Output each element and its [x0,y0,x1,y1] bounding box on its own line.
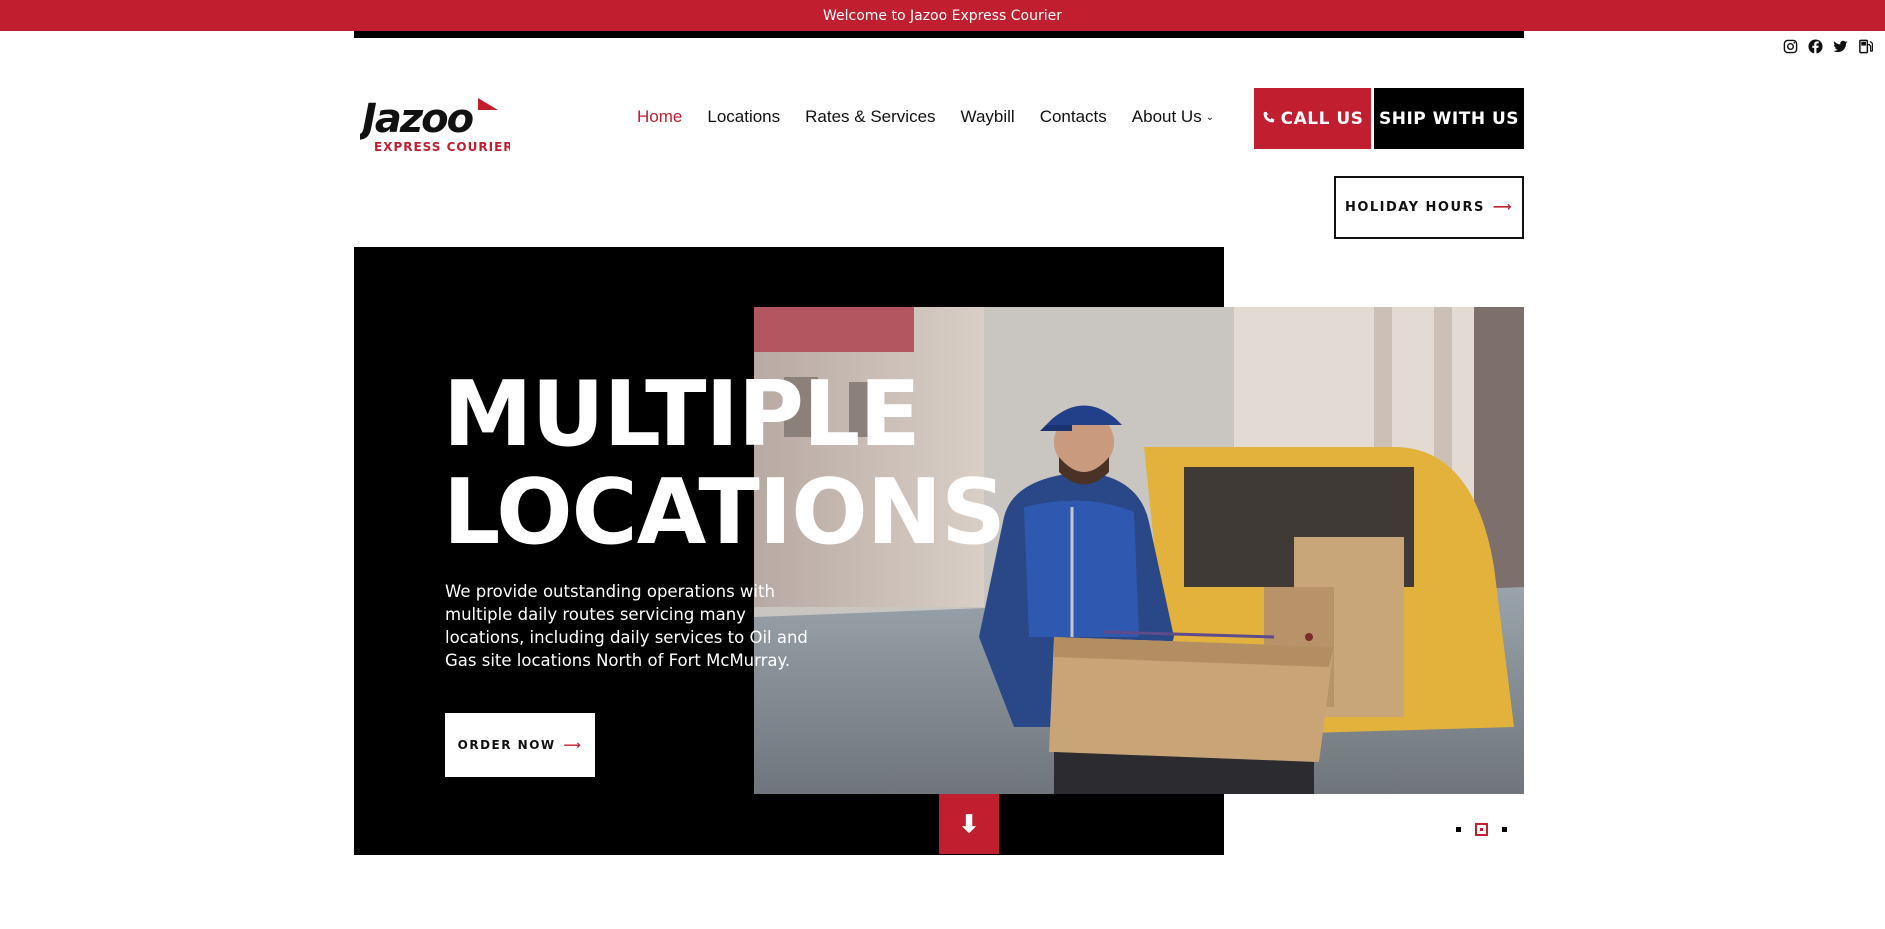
arrow-right-icon: ⟶ [563,738,583,752]
nav-item-waybill[interactable]: Waybill [961,107,1015,127]
slider-dot-active[interactable] [1475,823,1488,836]
welcome-text: Welcome to Jazoo Express Courier [823,7,1062,24]
holiday-hours-button[interactable]: HOLIDAY HOURS ⟶ [1334,176,1524,239]
ship-with-us-label: SHIP WITH US [1378,108,1520,129]
call-us-button[interactable]: CALL US [1254,88,1371,149]
site-logo[interactable]: Jazoo EXPRESS COURIER [360,94,510,156]
main-nav: Home Locations Rates & Services Waybill … [637,107,1214,127]
nav-item-contacts[interactable]: Contacts [1040,107,1107,127]
slider-dot[interactable] [1456,827,1461,832]
order-now-button[interactable]: ORDER NOW ⟶ [445,713,595,777]
arrow-right-icon: ⟶ [1492,200,1514,215]
arrow-down-icon: ⬇ [958,810,980,838]
slider-pagination [1456,823,1507,836]
facebook-icon[interactable] [1808,39,1823,54]
hero-description: We provide outstanding operations with m… [445,582,808,670]
phone-icon [1262,109,1275,129]
fuel-icon[interactable] [1858,39,1873,54]
slider-dot[interactable] [1502,827,1507,832]
scroll-down-button[interactable]: ⬇ [939,794,999,854]
nav-item-label: Waybill [960,107,1015,126]
hero-title-line: MULTIPLE [443,362,921,467]
twitter-icon[interactable] [1833,39,1848,54]
nav-item-rates-services[interactable]: Rates & Services [805,107,935,127]
nav-item-home[interactable]: Home [637,107,682,127]
social-links [1783,39,1873,54]
nav-item-label: Home [637,107,683,126]
chevron-down-icon: ⌄ [1205,111,1215,123]
welcome-bar: Welcome to Jazoo Express Courier [0,0,1885,31]
call-us-label: CALL US [1280,108,1364,129]
instagram-icon[interactable] [1783,39,1798,54]
nav-item-label: Contacts [1039,107,1107,126]
nav-item-locations[interactable]: Locations [707,107,780,127]
nav-item-label: Locations [707,107,781,126]
hero-title-line: LOCATIONS [443,460,1006,565]
order-now-label: ORDER NOW [457,738,556,752]
nav-item-label: Rates & Services [805,107,936,126]
logo-flag-shape [478,98,498,110]
logo-tagline: EXPRESS COURIER [374,140,510,154]
nav-item-about-us[interactable]: About Us ⌄ [1132,107,1214,127]
hero-title: MULTIPLE LOCATIONS [443,362,1006,565]
holiday-hours-label: HOLIDAY HOURS [1344,200,1485,215]
ship-with-us-button[interactable]: SHIP WITH US [1374,88,1524,149]
nav-item-label: About Us [1131,107,1202,126]
logo-wordmark: Jazoo [360,96,474,142]
header-divider [354,31,1524,38]
